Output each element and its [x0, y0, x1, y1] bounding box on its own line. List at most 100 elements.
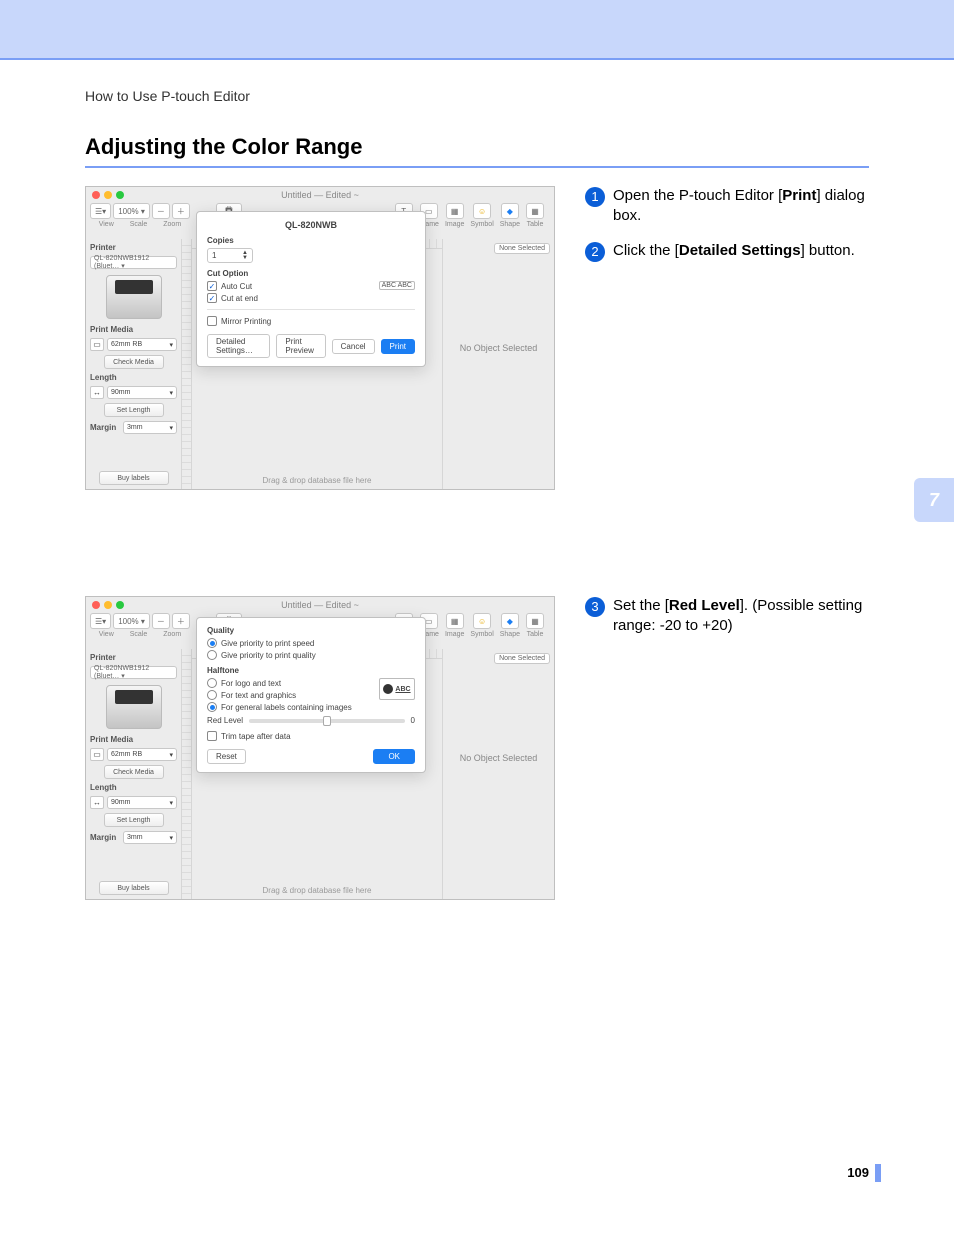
- close-icon[interactable]: [92, 601, 100, 609]
- cut-at-end-label: Cut at end: [221, 294, 258, 303]
- screenshot-detailed-settings: Untitled — Edited ~ ☰▾ 100% ▾ － ＋ View S…: [85, 596, 555, 900]
- none-selected-button[interactable]: None Selected: [494, 243, 550, 254]
- table-tool[interactable]: ▦: [526, 203, 544, 219]
- length-icon: ↔: [90, 796, 104, 809]
- buy-labels-button[interactable]: Buy labels: [99, 881, 169, 895]
- printer-section-label: Printer: [90, 243, 177, 252]
- length-input[interactable]: 90mm▾: [107, 796, 177, 809]
- step-2-badge: 2: [585, 242, 605, 262]
- image-label: Image: [445, 221, 464, 228]
- printer-section-label: Printer: [90, 653, 177, 662]
- auto-cut-label: Auto Cut: [221, 282, 252, 291]
- trim-tape-checkbox[interactable]: [207, 731, 217, 741]
- halftone-general-radio[interactable]: [207, 702, 217, 712]
- title-rule: [85, 166, 869, 168]
- left-panel: Printer QL-820NWB1912 (Bluet… ▾ Print Me…: [86, 239, 182, 489]
- no-object-label: No Object Selected: [447, 753, 550, 763]
- shape-tool[interactable]: ◆: [501, 613, 519, 629]
- cut-at-end-checkbox[interactable]: [207, 293, 217, 303]
- zoom-out-button[interactable]: －: [152, 613, 170, 629]
- table-tool[interactable]: ▦: [526, 613, 544, 629]
- media-icon: ▭: [90, 338, 104, 351]
- halftone-label: Halftone: [207, 666, 415, 675]
- zoom-icon[interactable]: [116, 601, 124, 609]
- zoom-in-button[interactable]: ＋: [172, 203, 190, 219]
- symbol-tool[interactable]: ☺: [473, 613, 491, 629]
- scale-label: Scale: [130, 221, 148, 228]
- shape-tool[interactable]: ◆: [501, 203, 519, 219]
- symbol-label: Symbol: [470, 221, 493, 228]
- image-label: Image: [445, 631, 464, 638]
- cut-preview-chip: ABC ABC: [379, 281, 415, 290]
- set-length-button[interactable]: Set Length: [104, 403, 164, 417]
- minimize-icon[interactable]: [104, 601, 112, 609]
- image-tool[interactable]: ▦: [446, 203, 464, 219]
- set-length-button[interactable]: Set Length: [104, 813, 164, 827]
- view-button[interactable]: ☰▾: [90, 203, 111, 219]
- left-panel: Printer QL-820NWB1912 (Bluet… ▾ Print Me…: [86, 649, 182, 899]
- length-label: Length: [90, 783, 177, 792]
- print-media-label: Print Media: [90, 735, 177, 744]
- printer-select[interactable]: QL-820NWB1912 (Bluet… ▾: [90, 256, 177, 269]
- red-level-label: Red Level: [207, 716, 243, 725]
- right-inspector: None Selected No Object Selected: [442, 239, 554, 489]
- print-preview-button[interactable]: Print Preview: [276, 334, 325, 358]
- copies-label: Copies: [207, 236, 415, 245]
- trim-tape-label: Trim tape after data: [221, 732, 291, 741]
- breadcrumb: How to Use P-touch Editor: [85, 88, 954, 104]
- copies-stepper[interactable]: 1▲▼: [207, 248, 253, 263]
- screenshot-print-dialog: Untitled — Edited ~ ☰▾ 100% ▾ － ＋ View S…: [85, 186, 555, 490]
- print-dialog-title: QL-820NWB: [207, 220, 415, 230]
- length-input[interactable]: 90mm▾: [107, 386, 177, 399]
- margin-input[interactable]: 3mm▾: [123, 831, 177, 844]
- step-3-badge: 3: [585, 597, 605, 617]
- scale-label: Scale: [130, 631, 148, 638]
- cancel-button[interactable]: Cancel: [332, 339, 375, 354]
- step-3-text: Set the [Red Level]. (Possible setting r…: [613, 596, 869, 637]
- reset-button[interactable]: Reset: [207, 749, 246, 764]
- zoom-select[interactable]: 100% ▾: [113, 203, 150, 219]
- buy-labels-button[interactable]: Buy labels: [99, 471, 169, 485]
- quality-speed-radio[interactable]: [207, 638, 217, 648]
- right-inspector: None Selected No Object Selected: [442, 649, 554, 899]
- symbol-tool[interactable]: ☺: [473, 203, 491, 219]
- minimize-icon[interactable]: [104, 191, 112, 199]
- view-button[interactable]: ☰▾: [90, 613, 111, 629]
- halftone-logo-label: For logo and text: [221, 679, 281, 688]
- window-controls: [92, 601, 124, 609]
- media-select[interactable]: 62mm RB▾: [107, 748, 177, 761]
- zoom-select[interactable]: 100% ▾: [113, 613, 150, 629]
- zoom-in-button[interactable]: ＋: [172, 613, 190, 629]
- printer-image: [106, 275, 162, 319]
- shape-label: Shape: [500, 631, 520, 638]
- check-media-button[interactable]: Check Media: [104, 355, 164, 369]
- zoom-out-button[interactable]: －: [152, 203, 170, 219]
- length-icon: ↔: [90, 386, 104, 399]
- halftone-logo-radio[interactable]: [207, 678, 217, 688]
- none-selected-button[interactable]: None Selected: [494, 653, 550, 664]
- quality-quality-radio[interactable]: [207, 650, 217, 660]
- close-icon[interactable]: [92, 191, 100, 199]
- media-icon: ▭: [90, 748, 104, 761]
- auto-cut-checkbox[interactable]: [207, 281, 217, 291]
- ok-button[interactable]: OK: [373, 749, 415, 764]
- margin-input[interactable]: 3mm▾: [123, 421, 177, 434]
- view-label: View: [99, 221, 114, 228]
- shape-label: Shape: [500, 221, 520, 228]
- step-1-badge: 1: [585, 187, 605, 207]
- printer-select[interactable]: QL-820NWB1912 (Bluet… ▾: [90, 666, 177, 679]
- media-select[interactable]: 62mm RB▾: [107, 338, 177, 351]
- mirror-checkbox[interactable]: [207, 316, 217, 326]
- halftone-text-radio[interactable]: [207, 690, 217, 700]
- detailed-settings-dialog: Quality Give priority to print speed Giv…: [196, 617, 426, 773]
- print-dialog: QL-820NWB Copies 1▲▼ Cut Option ABC ABC …: [196, 211, 426, 367]
- zoom-label: Zoom: [163, 221, 181, 228]
- zoom-label: Zoom: [163, 631, 181, 638]
- red-level-slider[interactable]: [249, 719, 405, 723]
- image-tool[interactable]: ▦: [446, 613, 464, 629]
- check-media-button[interactable]: Check Media: [104, 765, 164, 779]
- detailed-settings-button[interactable]: Detailed Settings…: [207, 334, 270, 358]
- drop-hint: Drag & drop database file here: [192, 476, 442, 485]
- zoom-icon[interactable]: [116, 191, 124, 199]
- print-confirm-button[interactable]: Print: [381, 339, 415, 354]
